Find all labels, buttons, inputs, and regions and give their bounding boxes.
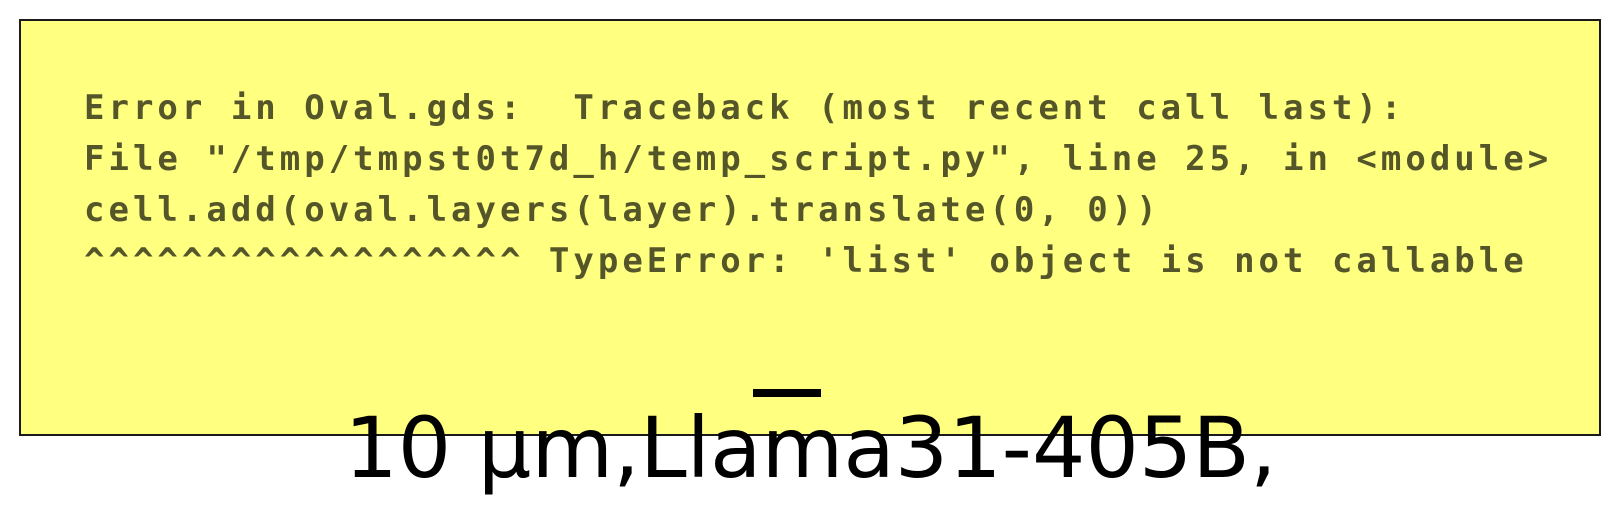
error-message-box: Error in Oval.gds: Traceback (most recen… [19, 19, 1601, 436]
scale-bar [753, 389, 821, 397]
error-message-text: Error in Oval.gds: Traceback (most recen… [84, 88, 1577, 281]
caption-label: 10 µm,Llama31-405B, [344, 399, 1277, 497]
